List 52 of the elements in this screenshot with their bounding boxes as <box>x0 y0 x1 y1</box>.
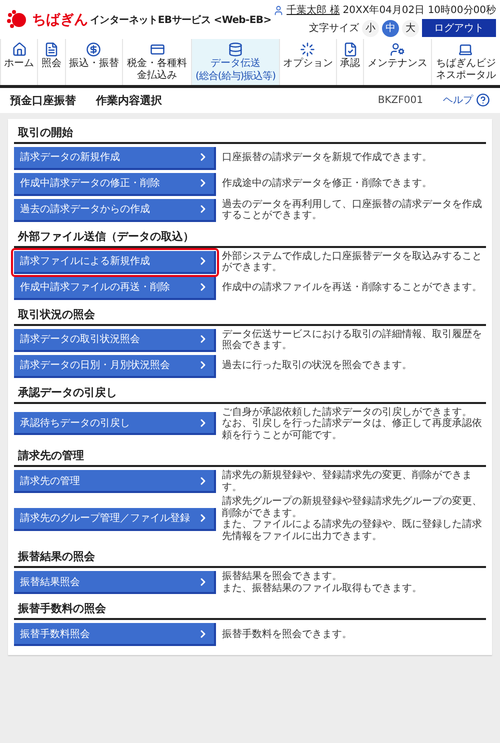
page-title: 作業内容選択 <box>96 92 162 108</box>
description: 振替手数料を照会できます。 <box>222 628 353 640</box>
description: データ伝送サービスにおける取引の詳細情報、取引履歴を照会できます。 <box>222 328 483 352</box>
help-link[interactable]: ヘルプ <box>443 93 490 107</box>
menu-button[interactable]: 承認待ちデータの引戻し <box>14 412 216 436</box>
menu-button[interactable]: 過去の請求データからの作成 <box>14 198 216 222</box>
section-heading: 承認データの引戻し <box>14 380 486 404</box>
description: 外部システムで作成した口座振替データを取込みすることができます。 <box>222 250 483 274</box>
font-size-button[interactable]: 大 <box>402 20 419 36</box>
description: 作成中の請求ファイルを再送・削除することができます。 <box>222 282 483 294</box>
user-link[interactable]: 千葉太郎 様 <box>286 3 340 17</box>
datetime: 20XX年04月02日 10時00分00秒 <box>342 4 496 17</box>
section-heading: 外部ファイル送信（データの取込） <box>14 224 486 248</box>
description: 請求先の新規登録や、登録請求先の変更、削除ができます。 <box>222 470 473 493</box>
menu-button[interactable]: 請求ファイルによる新規作成 <box>14 250 216 274</box>
description: なお、引戻しを行った請求データは、修正して再度承認依頼を行うことが可能です。 <box>222 418 483 441</box>
description: 過去に行った取引の状況を照会できます。 <box>222 360 413 372</box>
menu-button[interactable]: 作成中請求データの修正・削除 <box>14 172 216 196</box>
section-heading: 振替結果の照会 <box>14 545 486 568</box>
description: 作成途中の請求データを修正・削除できます。 <box>222 178 433 190</box>
nav-tab[interactable]: ホーム <box>0 39 38 84</box>
menu-button[interactable]: 請求データの新規作成 <box>14 146 216 170</box>
description: 過去のデータを再利用して、口座振替の請求データを作成することができます。 <box>222 198 483 222</box>
font-size-button[interactable]: 小 <box>362 20 379 36</box>
menu-button[interactable]: 請求データの日別・月別状況照会 <box>14 354 216 378</box>
font-size-button[interactable]: 中 <box>382 20 399 36</box>
screen-id: BKZF001 <box>378 94 423 106</box>
menu-button[interactable]: 請求データの取引状況照会 <box>14 328 216 352</box>
menu-button[interactable]: 振替手数料照会 <box>14 623 216 646</box>
menu-button[interactable]: 作成中請求ファイルの再送・削除 <box>14 276 216 300</box>
menu-button[interactable]: 請求先のグループ管理／ファイル登録 <box>14 508 216 530</box>
description: また、振替結果のファイル取得もできます。 <box>222 582 423 594</box>
description: 口座振替の請求データを新規で作成できます。 <box>222 152 433 164</box>
category-title: 預金口座振替 <box>10 92 76 108</box>
description: 振替結果を照会できます。 <box>222 571 343 582</box>
section-heading: 取引の開始 <box>14 120 486 144</box>
section-heading: 振替手数料の照会 <box>14 597 486 620</box>
menu-button[interactable]: 請求先の管理 <box>14 470 216 493</box>
nav-tab[interactable]: 承認 <box>336 39 364 84</box>
logout-button[interactable]: ログアウト <box>422 19 496 37</box>
menu-button[interactable]: 振替結果照会 <box>14 571 216 594</box>
nav-tab[interactable]: 振込・振替 <box>64 39 122 84</box>
nav-tab[interactable]: 税金・各種料金払込み <box>122 39 192 84</box>
service-name: インターネットEBサービス <Web-EB> <box>90 14 272 27</box>
brand-name: ちばぎん <box>32 11 88 29</box>
nav-tab[interactable]: データ伝送 (総合(給与)振込等) <box>191 39 279 84</box>
description: また、ファイルによる請求先の登録や、既に登録した請求先情報をファイルに出力できます。 <box>222 519 483 542</box>
section-heading: 請求先の管理 <box>14 444 486 467</box>
font-size-label: 文字サイズ <box>309 22 359 35</box>
section-heading: 取引状況の照会 <box>14 302 486 326</box>
description: 請求先グループの新規登録や登録請求先グループの変更、削除ができます。 <box>222 496 483 518</box>
description: ご自身が承認依頼した請求データの引戻しができます。 <box>222 406 473 418</box>
